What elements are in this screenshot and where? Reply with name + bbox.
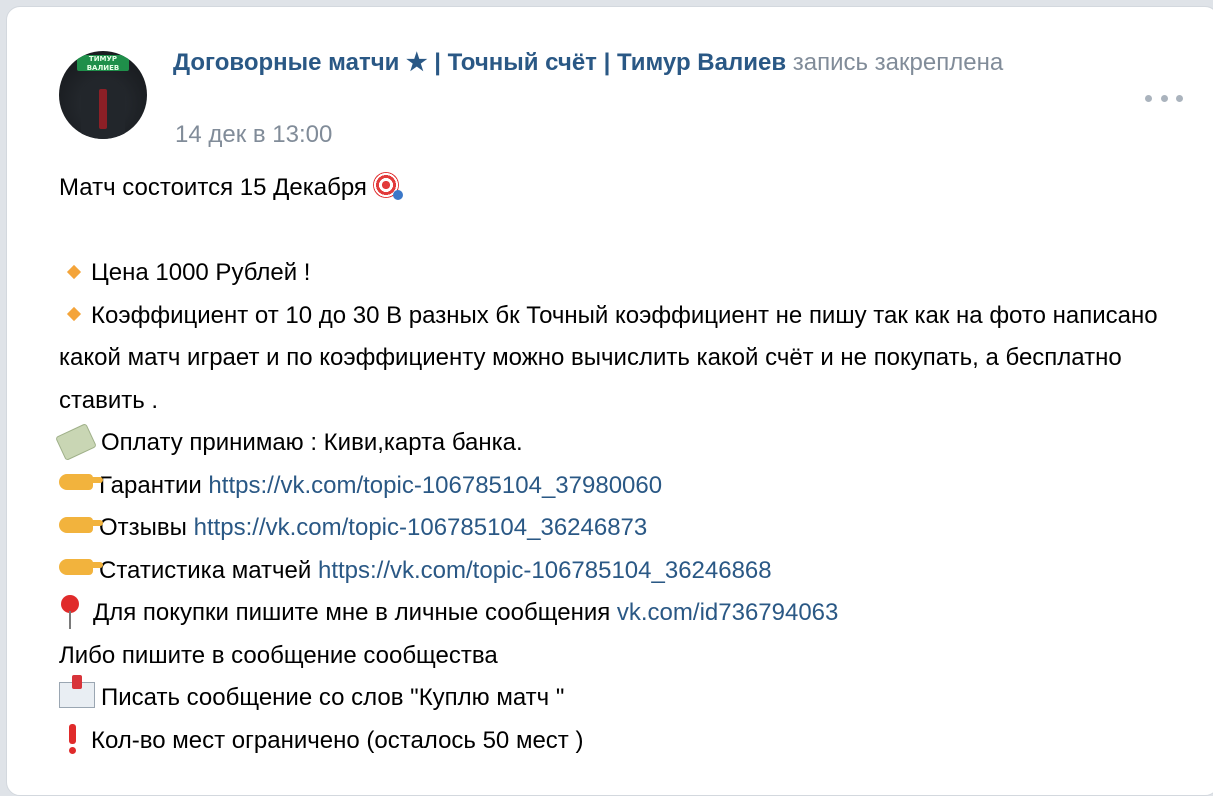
pointing-finger-icon [59, 474, 103, 491]
more-dot [1160, 94, 1168, 102]
buy-label: Для покупки пишите мне в личные сообщени… [93, 599, 611, 626]
pointing-finger-icon [59, 559, 103, 576]
post-header: Договорные матчи ★ | Точный счёт | Тимур… [173, 45, 1073, 81]
line-limited: Кол-во мест ограничено (осталось 50 мест… [59, 720, 1199, 763]
limited-text: Кол-во мест ограничено (осталось 50 мест… [91, 726, 584, 754]
reviews-link[interactable]: https://vk.com/topic-106785104_36246873 [194, 514, 648, 541]
avatar-tie [99, 89, 107, 129]
avatar-banner-text: ТИМУР ВАЛИЕВ [77, 55, 129, 72]
author-avatar[interactable]: ТИМУР ВАЛИЕВ [59, 51, 147, 139]
line-stats: Статистика матчей https://vk.com/topic-1… [59, 550, 1199, 593]
line-price: Цена 1000 Рублей ! [59, 252, 1199, 295]
more-options-icon[interactable] [1145, 91, 1183, 105]
write-text: Писать сообщение со слов "Куплю матч " [101, 684, 565, 711]
post-text: Матч состоится 15 Декабря Цена 1000 Рубл… [55, 167, 1199, 763]
line-guarantees: Гарантии https://vk.com/topic-106785104_… [59, 465, 1199, 508]
pinned-note: запись закреплена [792, 49, 1004, 76]
coef-text: Коэффициент от 10 до 30 В разных бк Точн… [59, 301, 1158, 414]
line-reviews: Отзывы https://vk.com/topic-106785104_36… [59, 507, 1199, 550]
line-buy: Для покупки пишите мне в личные сообщени… [59, 592, 1199, 635]
exclamation-icon [67, 724, 77, 755]
payment-text: Оплату принимаю : Киви,карта банка. [101, 429, 523, 456]
target-icon [372, 171, 403, 200]
post-card: ТИМУР ВАЛИЕВ Договорные матчи ★ | Точный… [6, 6, 1213, 796]
orange-diamond-icon [66, 264, 82, 279]
reviews-label: Отзывы [99, 514, 187, 541]
buy-link[interactable]: vk.com/id736794063 [617, 599, 838, 626]
price-text: Цена 1000 Рублей ! [91, 259, 311, 286]
community-text: Либо пишите в сообщение сообщества [59, 641, 498, 669]
line-write: Писать сообщение со слов "Куплю матч " [59, 674, 1199, 720]
money-wings-icon [55, 422, 97, 461]
guarantees-link[interactable]: https://vk.com/topic-106785104_37980060 [208, 472, 662, 499]
orange-diamond-icon [66, 307, 82, 322]
stats-link[interactable]: https://vk.com/topic-106785104_36246868 [318, 557, 772, 584]
line-payment: Оплату принимаю : Киви,карта банка. [55, 422, 1199, 465]
match-date-text: Матч состоится 15 Декабря [59, 174, 367, 201]
line-coef: Коэффициент от 10 до 30 В разных бк Точн… [59, 295, 1199, 423]
post-date[interactable]: 14 дек в 13:00 [175, 121, 332, 149]
envelope-arrow-icon [59, 674, 95, 708]
line-community: Либо пишите в сообщение сообщества [59, 635, 1199, 678]
more-dot [1176, 94, 1183, 102]
pointing-finger-icon [59, 516, 103, 533]
round-pushpin-icon [59, 594, 81, 629]
empty-line [59, 210, 1199, 253]
author-name-link[interactable]: Договорные матчи ★ | Точный счёт | Тимур… [173, 49, 786, 76]
more-dot [1145, 94, 1152, 102]
stats-label: Статистика матчей [99, 556, 312, 584]
line-match-date: Матч состоится 15 Декабря [59, 167, 1199, 210]
guarantees-label: Гарантии [99, 471, 202, 499]
